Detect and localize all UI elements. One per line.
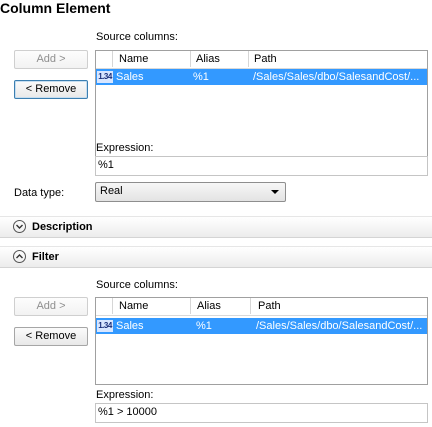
filter-source-columns-grid[interactable]: Name Alias Path 1.34 Sales %1 /Sales/Sal… <box>95 297 428 385</box>
filter-remove-button[interactable]: < Remove <box>14 327 88 346</box>
row-name: Sales <box>116 71 144 83</box>
add-column-button[interactable]: Add > <box>14 50 88 69</box>
column-separator <box>250 298 251 314</box>
data-type-value: Real <box>100 185 123 197</box>
column-header-name[interactable]: Name <box>119 52 148 67</box>
table-row[interactable]: 1.34 Sales %1 /Sales/Sales/dbo/SalesandC… <box>96 318 427 334</box>
column-separator <box>248 51 249 67</box>
data-type-label: Data type: <box>14 187 65 199</box>
numeric-type-icon: 1.34 <box>97 71 113 83</box>
expression-field[interactable]: %1 <box>95 156 428 176</box>
row-alias: %1 <box>193 71 209 83</box>
chevron-down-circle-icon <box>13 220 26 233</box>
column-header-path[interactable]: Path <box>254 52 277 67</box>
column-header-alias[interactable]: Alias <box>197 299 221 314</box>
expression-label: Expression: <box>96 142 154 154</box>
source-columns-label: Source columns: <box>96 31 178 43</box>
table-row[interactable]: 1.34 Sales %1 /Sales/Sales/dbo/SalesandC… <box>96 69 427 85</box>
column-separator <box>190 298 191 314</box>
column-separator <box>112 298 113 314</box>
description-section-header[interactable]: Description <box>0 216 432 238</box>
filter-expression-label: Expression: <box>96 389 154 401</box>
description-section-label: Description <box>32 221 93 233</box>
column-header-path[interactable]: Path <box>258 299 281 314</box>
dropdown-arrow-icon <box>271 190 279 194</box>
column-header-name[interactable]: Name <box>119 299 148 314</box>
filter-source-columns-label: Source columns: <box>96 279 178 291</box>
column-separator <box>112 51 113 67</box>
filter-section-header[interactable]: Filter <box>0 246 432 268</box>
remove-column-button[interactable]: < Remove <box>14 80 88 99</box>
grid-header: Name Alias Path <box>96 298 427 316</box>
numeric-type-icon: 1.34 <box>97 320 113 332</box>
row-alias: %1 <box>196 320 212 332</box>
column-header-alias[interactable]: Alias <box>196 52 220 67</box>
row-path: /Sales/Sales/dbo/SalesandCost/... <box>253 71 420 83</box>
filter-expression-field[interactable]: %1 > 10000 <box>95 403 428 423</box>
row-name: Sales <box>116 320 144 332</box>
column-separator <box>190 51 191 67</box>
data-type-select[interactable]: Real <box>95 182 286 202</box>
row-path: /Sales/Sales/dbo/SalesandCost/... <box>256 320 423 332</box>
filter-add-button[interactable]: Add > <box>14 297 88 316</box>
page-title: Column Element <box>0 0 111 16</box>
chevron-up-circle-icon <box>13 250 26 263</box>
grid-header: Name Alias Path <box>96 51 427 69</box>
filter-section-label: Filter <box>32 251 59 263</box>
